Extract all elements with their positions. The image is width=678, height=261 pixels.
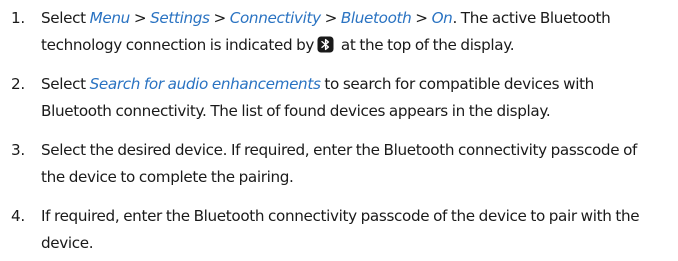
path-separator: >	[320, 9, 341, 27]
step-1: 1. Select Menu > Settings > Connectivity…	[0, 5, 651, 59]
bluetooth-term: Bluetooth	[340, 9, 412, 27]
search-audio-enhancements-term: Search for audio enhancements	[89, 75, 321, 93]
step-text: If required, enter the Bluetooth connect…	[41, 207, 640, 252]
step-number: 3.	[11, 141, 25, 159]
step-number: 4.	[11, 207, 25, 225]
bluetooth-icon	[317, 36, 334, 53]
on-term: On	[431, 9, 453, 27]
path-separator: >	[209, 9, 230, 27]
step-text: at the top of the display.	[337, 36, 515, 54]
step-number: 1.	[11, 9, 25, 27]
step-4: 4. If required, enter the Bluetooth conn…	[0, 203, 651, 257]
step-2: 2. Select Search for audio enhancements …	[0, 71, 651, 125]
step-number: 2.	[11, 75, 25, 93]
connectivity-term: Connectivity	[229, 9, 321, 27]
cut-off-heading-fragment	[40, 0, 62, 1]
step-text: Select	[41, 75, 90, 93]
step-text: Select the desired device. If required, …	[41, 141, 638, 186]
settings-term: Settings	[150, 9, 210, 27]
path-separator: >	[129, 9, 151, 27]
step-text: Select	[41, 9, 90, 27]
menu-term: Menu	[89, 9, 131, 27]
path-separator: >	[411, 9, 432, 27]
step-3: 3. Select the desired device. If require…	[0, 137, 651, 191]
